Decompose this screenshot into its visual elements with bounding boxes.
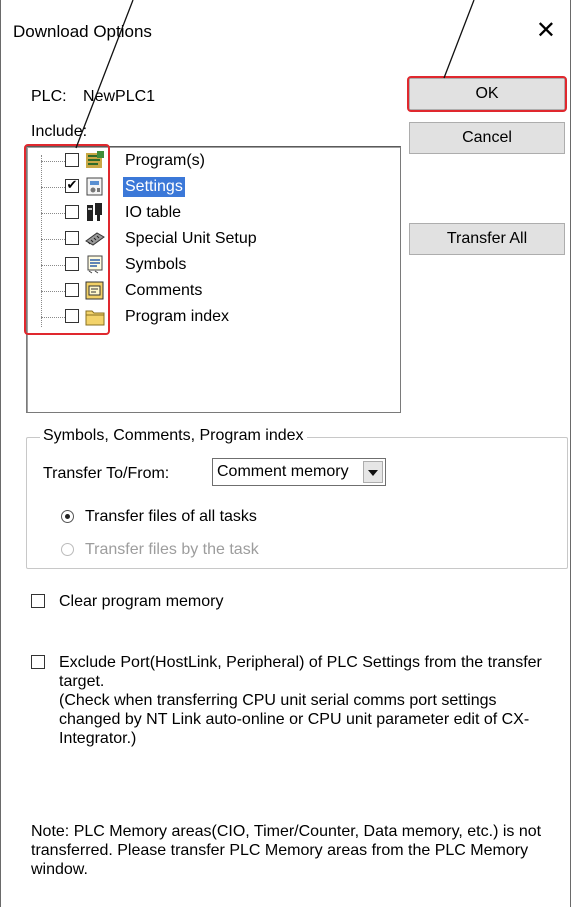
callout-lines — [75, 0, 475, 149]
